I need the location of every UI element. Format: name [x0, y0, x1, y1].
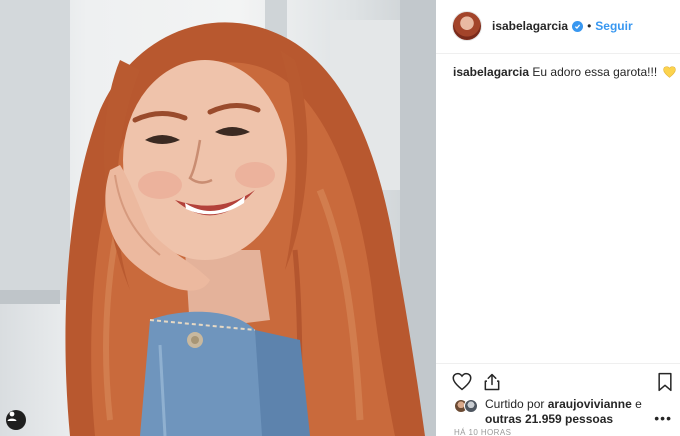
heart-outline-icon[interactable]	[452, 372, 472, 396]
caption-text: Eu adoro essa garota!!!	[532, 65, 658, 79]
likes-others-link[interactable]: outras 21.959 pessoas	[485, 412, 613, 426]
photo-illustration	[0, 0, 436, 436]
header-divider	[436, 53, 680, 54]
yellow-heart-icon	[662, 66, 676, 82]
post-actions	[452, 372, 674, 394]
post-details-panel: isabelagarcia • Seguir isabelagarcia Eu …	[436, 0, 680, 436]
more-options-button[interactable]: •••	[654, 411, 672, 425]
post-photo[interactable]	[0, 0, 436, 436]
share-icon[interactable]	[482, 372, 502, 397]
caption-username[interactable]: isabelagarcia	[453, 65, 529, 79]
verified-badge-icon	[572, 20, 584, 32]
likes-user-link[interactable]: araujovivianne	[548, 397, 632, 411]
post-header: isabelagarcia • Seguir	[452, 10, 633, 42]
post-timestamp[interactable]: HÁ 10 HORAS	[454, 428, 511, 436]
likes-conjunction: e	[635, 397, 642, 411]
author-username[interactable]: isabelagarcia	[492, 19, 568, 33]
bookmark-icon[interactable]	[656, 372, 674, 397]
follow-button[interactable]: Seguir	[595, 19, 632, 33]
author-avatar[interactable]	[452, 11, 482, 41]
likes-text: Curtido por araujovivianne e outras 21.9…	[485, 397, 642, 427]
liker-avatars	[454, 399, 482, 413]
post-caption: isabelagarcia Eu adoro essa garota!!!	[453, 64, 676, 82]
likes-prefix: Curtido por	[485, 397, 545, 411]
header-separator: •	[587, 19, 592, 33]
user-account-icon	[7, 411, 17, 421]
liker-avatar	[464, 399, 478, 413]
likes-summary: Curtido por araujovivianne e outras 21.9…	[454, 397, 674, 427]
actions-divider	[436, 363, 680, 364]
account-button[interactable]	[6, 410, 26, 430]
